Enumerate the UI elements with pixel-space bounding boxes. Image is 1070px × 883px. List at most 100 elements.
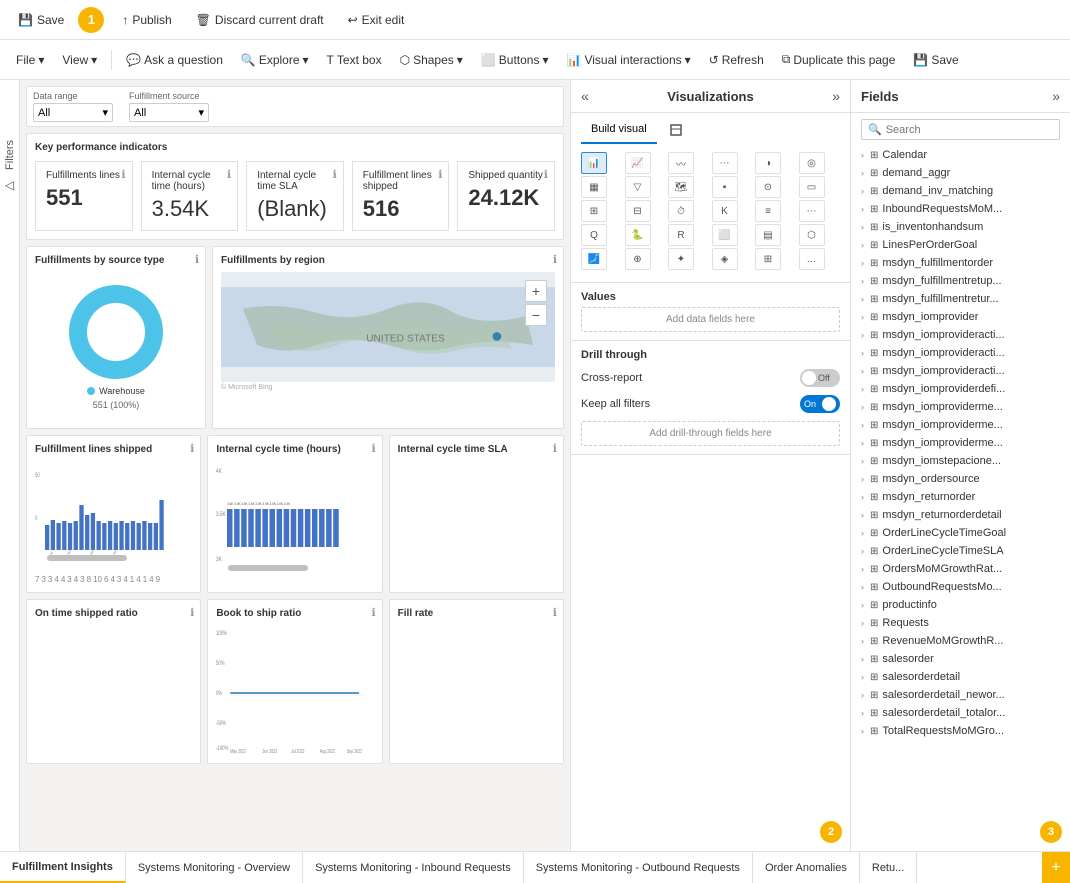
info-icon-ontime[interactable]: ℹ: [190, 606, 194, 619]
field-item-LinesPerOrder[interactable]: › ⊞ LinesPerOrderGoal: [851, 236, 1070, 254]
scrollbar[interactable]: [47, 555, 127, 561]
ask-question-button[interactable]: 💬 Ask a question: [118, 49, 231, 71]
viz-smart[interactable]: ✦: [668, 248, 694, 270]
field-item-Requests[interactable]: › ⊞ Requests: [851, 614, 1070, 632]
fields-search-box[interactable]: 🔍: [861, 119, 1060, 140]
viz-area-chart[interactable]: 〰: [668, 152, 694, 174]
viz-shape-map[interactable]: 🗾: [581, 248, 607, 270]
viz-map[interactable]: 🗺: [668, 176, 694, 198]
viz-ellipsis[interactable]: …: [799, 248, 825, 270]
info-icon-fill[interactable]: ℹ: [553, 606, 557, 619]
field-item-OrderLineCycleSLA[interactable]: › ⊞ OrderLineCycleTimeSLA: [851, 542, 1070, 560]
viz-custom2[interactable]: ▤: [755, 224, 781, 246]
viz-kpi[interactable]: K: [712, 200, 738, 222]
scrollbar-2[interactable]: [228, 565, 308, 571]
info-icon-3[interactable]: ℹ: [438, 168, 442, 181]
field-item-salesorderdetail[interactable]: › ⊞ salesorderdetail: [851, 668, 1070, 686]
field-item-msdyn_iomacti3[interactable]: › ⊞ msdyn_iomprovideracti...: [851, 362, 1070, 380]
field-item-is_invent[interactable]: › ⊞ is_inventonhandsum: [851, 218, 1070, 236]
visual-interactions-button[interactable]: 📊 Visual interactions ▾: [559, 49, 699, 71]
viz-slicer[interactable]: ≡: [755, 200, 781, 222]
viz-custom4[interactable]: ◈: [712, 248, 738, 270]
viz-gauge[interactable]: ⊙: [755, 176, 781, 198]
info-icon-source[interactable]: ℹ: [195, 253, 199, 266]
info-icon-shipped[interactable]: ℹ: [190, 442, 194, 455]
save2-button[interactable]: 💾 Save: [905, 49, 966, 71]
duplicate-button[interactable]: ⧉ Duplicate this page: [774, 48, 904, 71]
field-item-OutboundReq[interactable]: › ⊞ OutboundRequestsMo...: [851, 578, 1070, 596]
info-icon-4[interactable]: ℹ: [544, 168, 548, 181]
viz-line-chart[interactable]: 📈: [625, 152, 651, 174]
viz-python[interactable]: 🐍: [625, 224, 651, 246]
field-item-msdyn_fulfillorder[interactable]: › ⊞ msdyn_fulfillmentorder: [851, 254, 1070, 272]
fields-expand-icon[interactable]: »: [1052, 88, 1060, 104]
viz-scatter[interactable]: ⋯: [712, 152, 738, 174]
viz-custom1[interactable]: ⬜: [712, 224, 738, 246]
viz-pie-chart[interactable]: ◑: [755, 152, 781, 174]
field-item-msdyn_iomme2[interactable]: › ⊞ msdyn_iomproviderme...: [851, 416, 1070, 434]
info-icon-0[interactable]: ℹ: [121, 168, 125, 181]
viz-funnel[interactable]: ▽: [625, 176, 651, 198]
build-visual-tab[interactable]: Build visual: [581, 119, 657, 144]
publish-button[interactable]: ↑ Publish: [112, 9, 181, 31]
viz-custom3[interactable]: ⬡: [799, 224, 825, 246]
viz-import[interactable]: ⊞: [755, 248, 781, 270]
tab-fulfillment-insights[interactable]: Fulfillment Insights: [0, 852, 126, 883]
cross-report-toggle[interactable]: Off: [800, 369, 840, 387]
explore-button[interactable]: 🔍 Explore ▾: [233, 49, 317, 71]
field-item-salesorderdetail-new[interactable]: › ⊞ salesorderdetail_newor...: [851, 686, 1070, 704]
field-item-demand_inv[interactable]: › ⊞ demand_inv_matching: [851, 182, 1070, 200]
shapes-button[interactable]: ⬡ Shapes ▾: [392, 49, 471, 71]
field-item-msdyn_iomacti2[interactable]: › ⊞ msdyn_iomprovideracti...: [851, 344, 1070, 362]
viz-qna[interactable]: Q: [581, 224, 607, 246]
info-icon-book[interactable]: ℹ: [371, 606, 375, 619]
field-item-OrdersMoM[interactable]: › ⊞ OrdersMoMGrowthRat...: [851, 560, 1070, 578]
refresh-button[interactable]: ↺ Refresh: [701, 49, 772, 71]
fulfillment-source-select[interactable]: All ▾: [129, 103, 209, 122]
tab-systems-overview[interactable]: Systems Monitoring - Overview: [126, 852, 303, 883]
format-visual-tab[interactable]: [659, 119, 693, 144]
tab-systems-inbound[interactable]: Systems Monitoring - Inbound Requests: [303, 852, 524, 883]
viz-donut-chart[interactable]: ◎: [799, 152, 825, 174]
viz-treemap[interactable]: ▪: [712, 176, 738, 198]
viz-bar-chart[interactable]: 📊: [581, 152, 607, 174]
buttons-button[interactable]: ⬜ Buttons ▾: [473, 49, 557, 71]
field-item-msdyn_ordersource[interactable]: › ⊞ msdyn_ordersource: [851, 470, 1070, 488]
viz-r[interactable]: R: [668, 224, 694, 246]
collapse-icon[interactable]: ◁: [5, 178, 14, 192]
field-item-msdyn_iomacti1[interactable]: › ⊞ msdyn_iomprovideracti...: [851, 326, 1070, 344]
add-drill-fields[interactable]: Add drill-through fields here: [581, 421, 840, 446]
tab-retu[interactable]: Retu...: [860, 852, 917, 883]
viz-collapse-left[interactable]: «: [581, 88, 589, 104]
text-box-button[interactable]: T Text box: [319, 49, 390, 71]
filters-panel-toggle[interactable]: Filters ◁: [0, 80, 20, 851]
viz-matrix[interactable]: ⊟: [625, 200, 651, 222]
field-item-demand_aggr[interactable]: › ⊞ demand_aggr: [851, 164, 1070, 182]
field-item-msdyn_returndetail[interactable]: › ⊞ msdyn_returnorderdetail: [851, 506, 1070, 524]
save-button[interactable]: 💾 Save: [8, 9, 74, 31]
viz-table[interactable]: ⊞: [581, 200, 607, 222]
viz-more[interactable]: ⋯: [799, 200, 825, 222]
field-item-msdyn_iomme3[interactable]: › ⊞ msdyn_iomproviderme...: [851, 434, 1070, 452]
tab-order-anomalies[interactable]: Order Anomalies: [753, 852, 860, 883]
field-item-msdyn_returnorder[interactable]: › ⊞ msdyn_returnorder: [851, 488, 1070, 506]
field-item-msdyn_iomdefi[interactable]: › ⊞ msdyn_iomproviderdefi...: [851, 380, 1070, 398]
field-item-Calendar[interactable]: › ⊞ Calendar: [851, 146, 1070, 164]
exit-edit-button[interactable]: ↩ Exit edit: [338, 9, 415, 31]
field-item-InboundReq[interactable]: › ⊞ InboundRequestsMoM...: [851, 200, 1070, 218]
field-item-TotalReqMoM[interactable]: › ⊞ TotalRequestsMoMGro...: [851, 722, 1070, 740]
info-icon-sla[interactable]: ℹ: [553, 442, 557, 455]
field-item-msdyn_iomme1[interactable]: › ⊞ msdyn_iomproviderme...: [851, 398, 1070, 416]
viz-waterfall[interactable]: ▦: [581, 176, 607, 198]
field-item-msdyn_fulfillretur1[interactable]: › ⊞ msdyn_fulfillmentretuр...: [851, 272, 1070, 290]
search-input[interactable]: [886, 124, 1053, 136]
discard-button[interactable]: 🗑 Discard current draft: [186, 9, 334, 31]
info-icon-internal[interactable]: ℹ: [371, 442, 375, 455]
add-tab-button[interactable]: +: [1042, 852, 1070, 883]
info-icon-region[interactable]: ℹ: [553, 253, 557, 266]
view-menu[interactable]: View ▾: [54, 49, 105, 71]
zoom-out-button[interactable]: −: [525, 304, 547, 326]
field-item-RevenueMoM[interactable]: › ⊞ RevenueMoMGrowthR...: [851, 632, 1070, 650]
field-item-msdyn_iomstep[interactable]: › ⊞ msdyn_iomstepacione...: [851, 452, 1070, 470]
viz-collapse-right[interactable]: »: [832, 88, 840, 104]
